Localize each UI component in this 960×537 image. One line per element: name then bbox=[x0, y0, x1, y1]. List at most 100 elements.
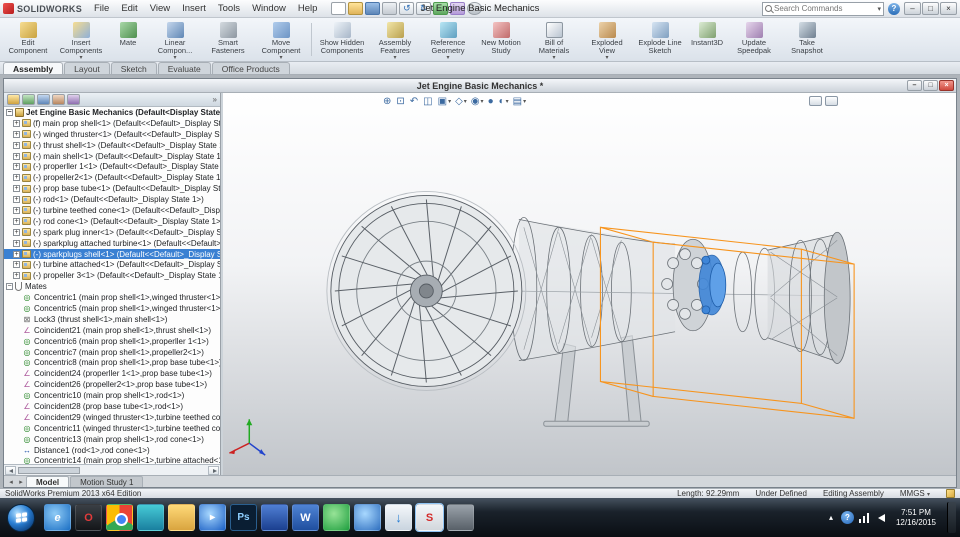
commandmanager-tab[interactable]: Assembly bbox=[3, 62, 63, 74]
scroll-right-icon[interactable] bbox=[208, 466, 219, 475]
expander-icon[interactable] bbox=[13, 131, 20, 138]
viewport-corner-icon-1[interactable] bbox=[809, 96, 822, 106]
assembly-features-button[interactable]: Assembly Features ▾ bbox=[369, 19, 421, 60]
propertymanager-tab-icon[interactable] bbox=[22, 94, 35, 105]
zoom-fit-icon[interactable]: ⊕ bbox=[383, 96, 392, 108]
new-file-icon[interactable] bbox=[331, 2, 346, 15]
tree-mate-item[interactable]: Coincident21 (main prop shell<1>,thrust … bbox=[4, 325, 220, 336]
save-icon[interactable] bbox=[365, 2, 380, 15]
scroll-left-icon[interactable] bbox=[5, 466, 16, 475]
tree-mate-item[interactable]: Concentric8 (main prop shell<1>,prop bas… bbox=[4, 357, 220, 368]
expander-icon[interactable] bbox=[13, 272, 20, 279]
jet-engine-model[interactable] bbox=[223, 93, 956, 475]
tree-component-item[interactable]: (f) main prop shell<1> (Default<<Default… bbox=[4, 118, 220, 129]
expander-icon[interactable] bbox=[13, 240, 20, 247]
tree-mate-item[interactable]: Concentric5 (main prop shell<1>,winged t… bbox=[4, 303, 220, 314]
taskbar-opera-icon[interactable]: O bbox=[75, 504, 102, 531]
file-properties-icon[interactable] bbox=[450, 2, 465, 15]
explode-line-sketch-button[interactable]: Explode Line Sketch bbox=[634, 19, 686, 60]
viewport-corner-icon-2[interactable] bbox=[825, 96, 838, 106]
units-selector[interactable]: MMGS ▾ bbox=[900, 489, 930, 498]
menu-item[interactable]: Help bbox=[292, 2, 324, 15]
linear-pattern-button[interactable]: Linear Compon... ▾ bbox=[149, 19, 201, 60]
print-icon[interactable] bbox=[382, 2, 397, 15]
exploded-view-button[interactable]: Exploded View ▾ bbox=[581, 19, 633, 60]
tree-mate-item[interactable]: Concentric10 (main prop shell<1>,rod<1>) bbox=[4, 390, 220, 401]
new-motion-study-button[interactable]: New Motion Study bbox=[475, 19, 527, 60]
search-commands-input[interactable] bbox=[774, 4, 877, 13]
expander-icon[interactable] bbox=[13, 218, 20, 225]
tree-mate-item[interactable]: Coincident24 (properller 1<1>,prop base … bbox=[4, 368, 220, 379]
reference-geometry-button[interactable]: Reference Geometry ▾ bbox=[422, 19, 474, 60]
taskbar-media-player-icon[interactable]: ▸ bbox=[199, 504, 226, 531]
tab-scroll-right-button[interactable]: ▸ bbox=[16, 477, 26, 487]
smart-fasteners-button[interactable]: Smart Fasteners bbox=[202, 19, 254, 60]
tree-component-item[interactable]: (-) turbine teethed cone<1> (Default<<De… bbox=[4, 205, 220, 216]
start-button[interactable] bbox=[7, 504, 35, 532]
tab-scroll-left-button[interactable]: ◂ bbox=[6, 477, 16, 487]
take-snapshot-button[interactable]: Take Snapshot bbox=[781, 19, 833, 60]
taskbar-chrome-icon[interactable] bbox=[106, 504, 133, 531]
tree-root-item[interactable]: Jet Engine Basic Mechanics (Default<Disp… bbox=[4, 107, 220, 118]
taskbar-solidworks-icon[interactable]: S bbox=[416, 504, 443, 531]
doc-close-button[interactable]: × bbox=[939, 80, 954, 91]
document-title-bar[interactable]: Jet Engine Basic Mechanics * –□× bbox=[4, 79, 956, 93]
model-tab[interactable]: Motion Study 1 bbox=[70, 476, 143, 487]
doc-restore-button[interactable]: □ bbox=[923, 80, 938, 91]
tree-component-item[interactable]: (-) propeller2<1> (Default<<Default>_Dis… bbox=[4, 172, 220, 183]
zoom-area-icon[interactable]: ⊡ bbox=[396, 96, 405, 108]
insert-components-button[interactable]: Insert Components ▾ bbox=[55, 19, 107, 60]
expander-icon[interactable] bbox=[13, 196, 20, 203]
search-dropdown-icon[interactable]: ▾ bbox=[877, 5, 881, 13]
commandmanager-tab[interactable]: Evaluate bbox=[158, 62, 211, 74]
expander-icon[interactable] bbox=[6, 283, 13, 290]
tree-horizontal-scrollbar[interactable] bbox=[4, 464, 220, 475]
mates-folder-item[interactable]: Mates bbox=[4, 281, 220, 292]
tree-mate-item[interactable]: Concentric11 (winged thruster<1>,turbine… bbox=[4, 423, 220, 434]
restore-button[interactable]: □ bbox=[922, 2, 939, 15]
expander-icon[interactable] bbox=[13, 163, 20, 170]
tree-component-item[interactable]: (-) main shell<1> (Default<<Default>_Dis… bbox=[4, 151, 220, 162]
apply-scene-icon[interactable]: ◐▾ bbox=[499, 96, 509, 108]
taskbar-ie-icon[interactable]: e bbox=[44, 504, 71, 531]
featuremanager-tab-icon[interactable] bbox=[7, 94, 20, 105]
tree-mate-item[interactable]: Coincident26 (propeller2<1>,prop base tu… bbox=[4, 379, 220, 390]
tree-mate-item[interactable]: Concentric14 (main prop shell<1>,turbine… bbox=[4, 456, 220, 465]
taskbar-clock[interactable]: 7:51 PM 12/16/2015 bbox=[890, 508, 942, 528]
close-button[interactable]: × bbox=[940, 2, 957, 15]
display-style-icon[interactable]: ◇▾ bbox=[455, 96, 467, 108]
expander-icon[interactable] bbox=[13, 120, 20, 127]
move-component-button[interactable]: Move Component ▾ bbox=[255, 19, 307, 60]
configurationmanager-tab-icon[interactable] bbox=[37, 94, 50, 105]
mate-button[interactable]: Mate bbox=[108, 19, 148, 60]
view-settings-icon[interactable]: ▤▾ bbox=[513, 96, 526, 108]
rebuild-icon[interactable] bbox=[433, 2, 448, 15]
bill-of-materials-button[interactable]: Bill of Materials ▾ bbox=[528, 19, 580, 60]
tree-component-item[interactable]: (-) winged thruster<1> (Default<<Default… bbox=[4, 129, 220, 140]
commandmanager-tab[interactable]: Layout bbox=[64, 62, 110, 74]
tree-component-item[interactable]: (-) propeller 3<1> (Default<<Default>_Di… bbox=[4, 270, 220, 281]
options-icon[interactable] bbox=[467, 2, 482, 15]
expander-icon[interactable] bbox=[13, 185, 20, 192]
tree-component-item[interactable]: (-) thrust shell<1> (Default<<Default>_D… bbox=[4, 140, 220, 151]
tree-component-item[interactable]: (-) prop base tube<1> (Default<<Default>… bbox=[4, 183, 220, 194]
network-tray-icon[interactable] bbox=[859, 513, 870, 523]
instant3d-button[interactable]: Instant3D bbox=[687, 19, 727, 60]
taskbar-photoshop-icon[interactable]: Ps bbox=[230, 504, 257, 531]
taskbar-download-icon[interactable]: ↓ bbox=[385, 504, 412, 531]
help-tray-icon[interactable]: ? bbox=[841, 511, 854, 524]
edit-component-button[interactable]: Edit Component bbox=[2, 19, 54, 60]
undo-icon[interactable]: ↺ bbox=[399, 2, 414, 15]
selected-part-highlight[interactable] bbox=[699, 255, 726, 315]
taskbar-media-app-icon[interactable] bbox=[137, 504, 164, 531]
tree-mate-item[interactable]: Coincident29 (winged thruster<1>,turbine… bbox=[4, 412, 220, 423]
collapse-panel-button[interactable]: » bbox=[213, 95, 217, 104]
previous-view-icon[interactable]: ↶ bbox=[410, 96, 419, 108]
menu-item[interactable]: Window bbox=[246, 2, 292, 15]
menu-item[interactable]: Edit bbox=[115, 2, 143, 15]
taskbar-folder-icon[interactable] bbox=[168, 504, 195, 531]
tree-mate-item[interactable]: Concentric6 (main prop shell<1>,properll… bbox=[4, 336, 220, 347]
dimxpert-tab-icon[interactable] bbox=[52, 94, 65, 105]
commandmanager-tab[interactable]: Office Products bbox=[212, 62, 290, 74]
tree-component-item[interactable]: (-) turbine attached<1> (Default<<Defaul… bbox=[4, 259, 220, 270]
